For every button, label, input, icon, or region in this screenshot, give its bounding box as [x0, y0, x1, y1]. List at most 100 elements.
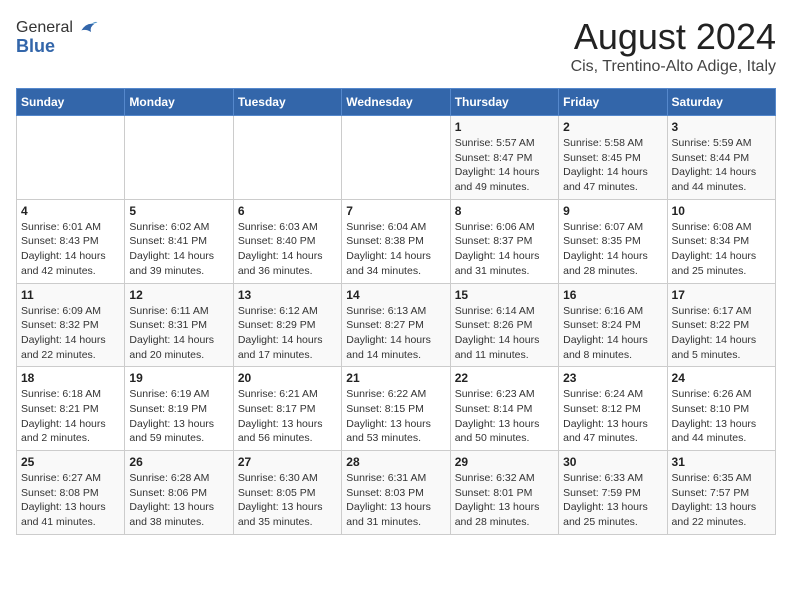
title-area: August 2024 Cis, Trentino-Alto Adige, It… [571, 16, 776, 76]
day-number: 30 [563, 455, 662, 469]
calendar-cell: 18 Sunrise: 6:18 AM Sunset: 8:21 PM Dayli… [17, 367, 125, 451]
day-number: 6 [238, 204, 337, 218]
calendar-week-row: 1 Sunrise: 5:57 AM Sunset: 8:47 PM Daylig… [17, 116, 776, 200]
day-info: Sunrise: 6:13 AM Sunset: 8:27 PM Dayligh… [346, 304, 445, 363]
day-info: Sunrise: 5:58 AM Sunset: 8:45 PM Dayligh… [563, 136, 662, 195]
day-info: Sunrise: 6:27 AM Sunset: 8:08 PM Dayligh… [21, 471, 120, 530]
location-subtitle: Cis, Trentino-Alto Adige, Italy [571, 58, 776, 76]
day-info: Sunrise: 6:17 AM Sunset: 8:22 PM Dayligh… [672, 304, 771, 363]
logo: General Blue [16, 16, 99, 57]
day-number: 17 [672, 288, 771, 302]
day-info: Sunrise: 6:28 AM Sunset: 8:06 PM Dayligh… [129, 471, 228, 530]
day-info: Sunrise: 6:35 AM Sunset: 7:57 PM Dayligh… [672, 471, 771, 530]
calendar-cell [17, 116, 125, 200]
day-info: Sunrise: 6:06 AM Sunset: 8:37 PM Dayligh… [455, 220, 554, 279]
calendar-cell: 21Sunrise: 6:22 AM Sunset: 8:15 PM Dayli… [342, 367, 450, 451]
calendar-week-row: 4Sunrise: 6:01 AM Sunset: 8:43 PM Daylig… [17, 199, 776, 283]
header-day-saturday: Saturday [667, 89, 775, 116]
calendar-cell: 26Sunrise: 6:28 AM Sunset: 8:06 PM Dayli… [125, 451, 233, 535]
calendar-cell: 16 Sunrise: 6:16 AM Sunset: 8:24 PM Dayli… [559, 283, 667, 367]
day-number: 27 [238, 455, 337, 469]
day-info: Sunrise: 6:32 AM Sunset: 8:01 PM Dayligh… [455, 471, 554, 530]
day-number: 3 [672, 120, 771, 134]
calendar-cell: 23Sunrise: 6:24 AM Sunset: 8:12 PM Dayli… [559, 367, 667, 451]
day-number: 22 [455, 371, 554, 385]
day-number: 19 [129, 371, 228, 385]
day-info: Sunrise: 6:04 AM Sunset: 8:38 PM Dayligh… [346, 220, 445, 279]
calendar-cell: 9Sunrise: 6:07 AM Sunset: 8:35 PM Daylig… [559, 199, 667, 283]
calendar-week-row: 11 Sunrise: 6:09 AM Sunset: 8:32 PM Dayli… [17, 283, 776, 367]
calendar-cell: 20Sunrise: 6:21 AM Sunset: 8:17 PM Dayli… [233, 367, 341, 451]
day-info: Sunrise: 6:16 AM Sunset: 8:24 PM Dayligh… [563, 304, 662, 363]
day-number: 8 [455, 204, 554, 218]
header-day-friday: Friday [559, 89, 667, 116]
calendar-cell: 28 Sunrise: 6:31 AM Sunset: 8:03 PM Dayli… [342, 451, 450, 535]
calendar-week-row: 18 Sunrise: 6:18 AM Sunset: 8:21 PM Dayli… [17, 367, 776, 451]
day-number: 11 [21, 288, 120, 302]
day-number: 24 [672, 371, 771, 385]
day-info: Sunrise: 6:26 AM Sunset: 8:10 PM Dayligh… [672, 387, 771, 446]
calendar-cell: 10 Sunrise: 6:08 AM Sunset: 8:34 PM Dayli… [667, 199, 775, 283]
calendar-cell: 22 Sunrise: 6:23 AM Sunset: 8:14 PM Dayli… [450, 367, 558, 451]
day-info: Sunrise: 6:18 AM Sunset: 8:21 PM Dayligh… [21, 387, 120, 446]
day-info: Sunrise: 5:57 AM Sunset: 8:47 PM Dayligh… [455, 136, 554, 195]
calendar-cell: 7Sunrise: 6:04 AM Sunset: 8:38 PM Daylig… [342, 199, 450, 283]
calendar-cell: 31 Sunrise: 6:35 AM Sunset: 7:57 PM Dayli… [667, 451, 775, 535]
day-number: 21 [346, 371, 445, 385]
calendar-cell: 4Sunrise: 6:01 AM Sunset: 8:43 PM Daylig… [17, 199, 125, 283]
calendar-week-row: 25 Sunrise: 6:27 AM Sunset: 8:08 PM Dayli… [17, 451, 776, 535]
day-number: 25 [21, 455, 120, 469]
calendar-cell: 24 Sunrise: 6:26 AM Sunset: 8:10 PM Dayli… [667, 367, 775, 451]
day-info: Sunrise: 6:12 AM Sunset: 8:29 PM Dayligh… [238, 304, 337, 363]
day-info: Sunrise: 6:01 AM Sunset: 8:43 PM Dayligh… [21, 220, 120, 279]
header: General Blue August 2024 Cis, Trentino-A… [16, 16, 776, 76]
day-info: Sunrise: 6:03 AM Sunset: 8:40 PM Dayligh… [238, 220, 337, 279]
day-number: 31 [672, 455, 771, 469]
day-number: 5 [129, 204, 228, 218]
calendar-cell: 1 Sunrise: 5:57 AM Sunset: 8:47 PM Daylig… [450, 116, 558, 200]
header-day-tuesday: Tuesday [233, 89, 341, 116]
day-info: Sunrise: 6:21 AM Sunset: 8:17 PM Dayligh… [238, 387, 337, 446]
calendar-cell: 29 Sunrise: 6:32 AM Sunset: 8:01 PM Dayli… [450, 451, 558, 535]
day-number: 10 [672, 204, 771, 218]
day-number: 12 [129, 288, 228, 302]
calendar-cell: 17 Sunrise: 6:17 AM Sunset: 8:22 PM Dayli… [667, 283, 775, 367]
calendar-cell [342, 116, 450, 200]
day-info: Sunrise: 6:31 AM Sunset: 8:03 PM Dayligh… [346, 471, 445, 530]
day-number: 18 [21, 371, 120, 385]
day-number: 2 [563, 120, 662, 134]
day-info: Sunrise: 6:09 AM Sunset: 8:32 PM Dayligh… [21, 304, 120, 363]
day-info: Sunrise: 6:08 AM Sunset: 8:34 PM Dayligh… [672, 220, 771, 279]
day-number: 1 [455, 120, 554, 134]
calendar-cell: 30 Sunrise: 6:33 AM Sunset: 7:59 PM Dayli… [559, 451, 667, 535]
day-info: Sunrise: 6:30 AM Sunset: 8:05 PM Dayligh… [238, 471, 337, 530]
day-number: 29 [455, 455, 554, 469]
calendar-cell: 2 Sunrise: 5:58 AM Sunset: 8:45 PM Daylig… [559, 116, 667, 200]
day-number: 14 [346, 288, 445, 302]
day-info: Sunrise: 5:59 AM Sunset: 8:44 PM Dayligh… [672, 136, 771, 195]
day-info: Sunrise: 6:19 AM Sunset: 8:19 PM Dayligh… [129, 387, 228, 446]
calendar-cell: 12 Sunrise: 6:11 AM Sunset: 8:31 PM Dayli… [125, 283, 233, 367]
calendar-cell: 15 Sunrise: 6:14 AM Sunset: 8:26 PM Dayli… [450, 283, 558, 367]
day-number: 13 [238, 288, 337, 302]
day-number: 16 [563, 288, 662, 302]
logo-blue-text: Blue [16, 36, 55, 57]
header-day-monday: Monday [125, 89, 233, 116]
day-info: Sunrise: 6:23 AM Sunset: 8:14 PM Dayligh… [455, 387, 554, 446]
calendar-cell [125, 116, 233, 200]
calendar-cell: 13 Sunrise: 6:12 AM Sunset: 8:29 PM Dayli… [233, 283, 341, 367]
day-info: Sunrise: 6:24 AM Sunset: 8:12 PM Dayligh… [563, 387, 662, 446]
day-info: Sunrise: 6:33 AM Sunset: 7:59 PM Dayligh… [563, 471, 662, 530]
day-number: 28 [346, 455, 445, 469]
month-year-title: August 2024 [571, 16, 776, 58]
day-info: Sunrise: 6:11 AM Sunset: 8:31 PM Dayligh… [129, 304, 228, 363]
logo-bird-icon [75, 16, 99, 40]
calendar-header-row: SundayMondayTuesdayWednesdayThursdayFrid… [17, 89, 776, 116]
day-info: Sunrise: 6:02 AM Sunset: 8:41 PM Dayligh… [129, 220, 228, 279]
day-info: Sunrise: 6:14 AM Sunset: 8:26 PM Dayligh… [455, 304, 554, 363]
calendar-cell: 14 Sunrise: 6:13 AM Sunset: 8:27 PM Dayli… [342, 283, 450, 367]
day-number: 9 [563, 204, 662, 218]
header-day-wednesday: Wednesday [342, 89, 450, 116]
header-day-sunday: Sunday [17, 89, 125, 116]
day-number: 15 [455, 288, 554, 302]
